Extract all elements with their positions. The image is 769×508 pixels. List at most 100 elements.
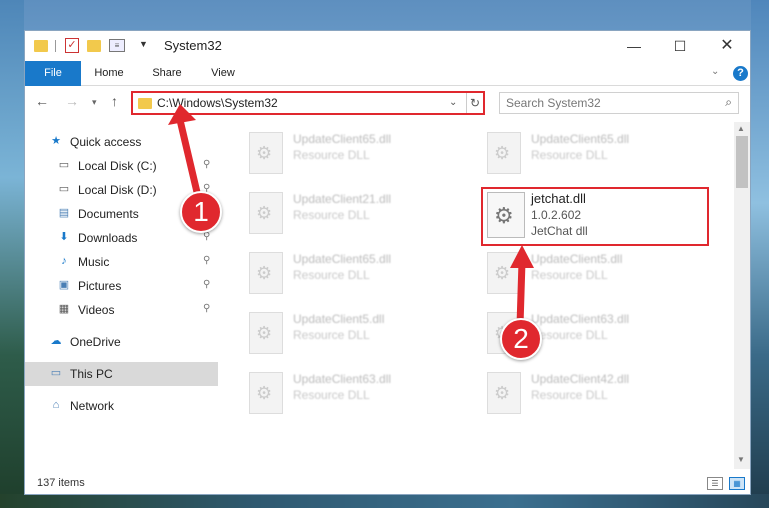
dll-gear-icon [249, 312, 283, 354]
nav-item-label: Local Disk (C:) [78, 159, 157, 173]
nav-item-music[interactable]: ♪ Music ⚲ [25, 250, 218, 274]
dll-gear-icon [487, 252, 521, 294]
maximize-button[interactable]: ☐ [657, 31, 703, 61]
nav-item-label: Documents [78, 207, 139, 221]
file-name: UpdateClient63.dll [531, 312, 630, 326]
file-version: 1.0.2.602 [531, 208, 582, 222]
chevron-down-icon[interactable]: ▼ [139, 39, 148, 55]
tab-share[interactable]: Share [143, 61, 191, 86]
file-type: Resource DLL [293, 268, 370, 282]
title-bar: ✓ ≡ ▼ System32 — ☐ ✕ [25, 31, 750, 61]
nav-item-label: OneDrive [70, 335, 121, 349]
file-name: UpdateClient42.dll [531, 372, 630, 386]
minimize-button[interactable]: — [611, 31, 657, 61]
search-placeholder: Search System32 [506, 96, 601, 110]
pin-icon[interactable]: ⚲ [203, 159, 210, 170]
search-icon[interactable]: ⌕ [725, 95, 732, 110]
address-dropdown-icon[interactable]: ⌄ [449, 97, 457, 108]
dll-gear-icon [249, 372, 283, 414]
dll-gear-icon [249, 132, 283, 174]
pin-icon[interactable]: ⚲ [203, 303, 210, 314]
annotation-badge: 2 [500, 318, 542, 360]
file-name: UpdateClient63.dll [293, 372, 392, 386]
nav-item-label: Music [78, 255, 110, 269]
expand-ribbon-icon[interactable]: ⌄ [711, 66, 719, 77]
tab-home[interactable]: Home [85, 61, 133, 86]
dll-gear-icon [487, 132, 521, 174]
nav-item-this-pc[interactable]: ▭ This PC [25, 362, 218, 386]
scroll-thumb[interactable] [736, 136, 748, 188]
toolbar-divider [55, 40, 56, 52]
folder-icon [34, 40, 48, 52]
list-item[interactable]: UpdateClient63.dll Resource DLL [225, 366, 445, 420]
drive-icon: ▭ [58, 183, 70, 195]
file-type: Resource DLL [531, 328, 608, 342]
scroll-down-icon[interactable]: ▼ [737, 455, 745, 464]
file-type: Resource DLL [293, 208, 370, 222]
nav-item-quick-access[interactable]: ★ Quick access [25, 130, 218, 154]
help-icon[interactable]: ? [733, 66, 748, 81]
desktop-wallpaper-bottom [0, 494, 769, 508]
close-button[interactable]: ✕ [704, 31, 750, 61]
annotation-badge: 1 [180, 191, 222, 233]
nav-item-label: Videos [78, 303, 115, 317]
list-item[interactable]: UpdateClient65.dll Resource DLL [463, 126, 683, 180]
scroll-up-icon[interactable]: ▲ [737, 124, 745, 133]
nav-item-label: This PC [70, 367, 113, 381]
tab-view[interactable]: View [199, 61, 247, 86]
list-item[interactable]: UpdateClient5.dll Resource DLL [225, 306, 445, 360]
nav-item-videos[interactable]: ▦ Videos ⚲ [25, 298, 218, 322]
window-title: System32 [164, 38, 222, 53]
pin-icon[interactable]: ⚲ [203, 255, 210, 266]
pin-icon[interactable]: ⚲ [203, 279, 210, 290]
refresh-button[interactable]: ↻ [466, 93, 483, 113]
file-name: UpdateClient5.dll [293, 312, 385, 326]
vertical-scrollbar[interactable]: ▲ ▼ [734, 122, 750, 469]
file-type: Resource DLL [531, 388, 608, 402]
documents-icon: ▤ [58, 207, 70, 219]
details-view-icon[interactable]: ☰ [707, 477, 723, 490]
file-name: UpdateClient5.dll [531, 252, 623, 266]
file-type: Resource DLL [531, 268, 608, 282]
properties-check-icon[interactable]: ✓ [65, 38, 79, 53]
file-type: Resource DLL [293, 148, 370, 162]
list-item[interactable]: UpdateClient42.dll Resource DLL [463, 366, 683, 420]
list-item[interactable]: UpdateClient65.dll Resource DLL [225, 126, 445, 180]
forward-button[interactable]: → [65, 93, 79, 109]
desktop-wallpaper-right [751, 0, 769, 508]
dll-gear-icon: ⚙ [487, 192, 525, 238]
dll-gear-icon [249, 252, 283, 294]
list-item[interactable]: UpdateClient21.dll Resource DLL [225, 186, 445, 240]
nav-item-label: Pictures [78, 279, 122, 293]
file-name: jetchat.dll [531, 191, 586, 206]
file-description: JetChat dll [531, 224, 588, 238]
file-type: Resource DLL [293, 328, 370, 342]
nav-item-pictures[interactable]: ▣ Pictures ⚲ [25, 274, 218, 298]
star-icon: ★ [51, 135, 61, 147]
address-bar[interactable]: C:\Windows\System32 ⌄ ↻ [131, 91, 485, 115]
tiles-view-icon[interactable]: ▦ [729, 477, 745, 490]
list-item[interactable]: UpdateClient65.dll Resource DLL [225, 246, 445, 300]
new-folder-icon[interactable] [87, 40, 101, 52]
up-button[interactable]: ↑ [111, 93, 118, 109]
file-explorer-window: ✓ ≡ ▼ System32 — ☐ ✕ File Home Share Vie… [24, 30, 751, 495]
nav-item-label: Quick access [70, 135, 142, 149]
recent-locations-button[interactable]: ▾ [92, 97, 97, 108]
desktop-wallpaper-left [0, 0, 24, 508]
highlighted-file-item[interactable]: ⚙ jetchat.dll 1.0.2.602 JetChat dll [481, 187, 709, 246]
back-button[interactable]: ← [35, 93, 49, 109]
quick-access-customize-icon[interactable]: ≡ [109, 39, 125, 52]
list-item[interactable]: UpdateClient5.dll Resource DLL [463, 246, 683, 300]
dll-gear-icon [249, 192, 283, 234]
file-list: UpdateClient65.dll Resource DLL UpdateCl… [225, 126, 735, 466]
nav-item-network[interactable]: ⌂ Network [25, 394, 218, 418]
list-item[interactable]: UpdateClient63.dll Resource DLL [463, 306, 683, 360]
navigation-pane: ★ Quick access ▭ Local Disk (C:) ⚲ ▭ Local Dis… [25, 126, 218, 466]
nav-item-onedrive[interactable]: ☁ OneDrive [25, 330, 218, 354]
tab-file[interactable]: File [25, 61, 81, 86]
address-path[interactable]: C:\Windows\System32 [157, 96, 278, 110]
search-input[interactable]: Search System32 ⌕ [499, 92, 739, 114]
nav-item-local-disk-c[interactable]: ▭ Local Disk (C:) ⚲ [25, 154, 218, 178]
file-name: UpdateClient65.dll [531, 132, 630, 146]
nav-item-label: Downloads [78, 231, 138, 245]
